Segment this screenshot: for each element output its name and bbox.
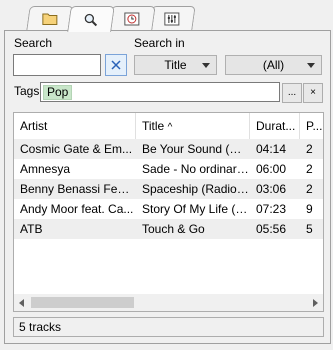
tab-search[interactable] xyxy=(67,6,115,32)
sort-ascending-icon: ^ xyxy=(167,122,173,133)
tab-history[interactable] xyxy=(108,6,156,30)
cell-plays: 5 xyxy=(306,222,313,236)
cell-artist: Cosmic Gate & Em... xyxy=(20,142,133,156)
scroll-left-icon[interactable] xyxy=(19,299,24,307)
table-row[interactable]: Amnesya Sade - No ordinary... 06:00 2 xyxy=(14,159,323,179)
tab-library[interactable] xyxy=(26,6,74,30)
table-row[interactable]: Andy Moor feat. Ca... Story Of My Life (… xyxy=(14,199,323,219)
cell-title: Be Your Sound (Ra... xyxy=(142,142,250,156)
cell-plays: 9 xyxy=(306,202,313,216)
search-input[interactable] xyxy=(13,54,101,76)
cell-duration: 05:56 xyxy=(256,222,287,236)
search-field-select[interactable]: Title xyxy=(134,55,217,75)
table-row[interactable]: Cosmic Gate & Em... Be Your Sound (Ra...… xyxy=(14,139,323,159)
folder-icon xyxy=(42,12,58,26)
cell-title: Spaceship (Radio e... xyxy=(142,182,250,196)
cell-artist: Andy Moor feat. Ca... xyxy=(20,202,134,216)
equalizer-icon xyxy=(164,12,180,26)
cell-plays: 2 xyxy=(306,182,313,196)
cell-duration: 04:14 xyxy=(256,142,287,156)
close-icon xyxy=(110,59,122,71)
table-row[interactable]: Benny Benassi Feat ... Spaceship (Radio … xyxy=(14,179,323,199)
chevron-down-icon xyxy=(307,63,315,68)
tags-label: Tags xyxy=(14,84,40,98)
search-scope-select[interactable]: (All) xyxy=(225,55,322,75)
tags-input[interactable]: Pop xyxy=(40,82,280,102)
chevron-down-icon xyxy=(202,63,210,68)
cell-plays: 2 xyxy=(306,162,313,176)
clock-icon xyxy=(124,12,140,26)
cell-title: Sade - No ordinary... xyxy=(142,162,250,176)
cell-artist: Amnesya xyxy=(20,162,71,176)
tab-strip xyxy=(10,6,196,32)
cell-duration: 03:06 xyxy=(256,182,287,196)
tag-chip[interactable]: Pop xyxy=(43,85,73,100)
tags-more-button[interactable]: ... xyxy=(282,83,302,103)
column-artist[interactable]: Artist xyxy=(14,113,136,139)
clear-search-button[interactable] xyxy=(105,54,127,76)
search-scope-value: (All) xyxy=(262,58,285,72)
tab-mixer[interactable] xyxy=(148,6,196,30)
cell-title: Story Of My Life (E... xyxy=(142,202,250,216)
cell-duration: 06:00 xyxy=(256,162,287,176)
search-field-value: Title xyxy=(164,58,187,72)
scrollbar-thumb[interactable] xyxy=(31,297,134,308)
cell-plays: 2 xyxy=(306,142,313,156)
cell-artist: Benny Benassi Feat ... xyxy=(20,182,136,196)
tracks-table[interactable]: Artist Title ^ Durat... P... Cosmic Gate… xyxy=(13,112,324,312)
table-row[interactable]: ATB Touch & Go 05:56 5 xyxy=(14,219,323,239)
cell-artist: ATB xyxy=(20,222,43,236)
search-label: Search xyxy=(14,36,53,50)
cell-title: Touch & Go xyxy=(142,222,205,236)
scroll-right-icon[interactable] xyxy=(313,299,318,307)
cell-duration: 07:23 xyxy=(256,202,287,216)
column-title[interactable]: Title ^ xyxy=(136,113,250,139)
search-in-label: Search in xyxy=(134,36,185,50)
column-plays[interactable]: P... xyxy=(300,113,323,139)
table-header: Artist Title ^ Durat... P... xyxy=(14,113,323,139)
column-duration[interactable]: Durat... xyxy=(250,113,300,139)
status-bar: 5 tracks xyxy=(13,317,324,337)
tags-clear-button[interactable]: × xyxy=(303,83,323,103)
track-count: 5 tracks xyxy=(19,320,62,334)
horizontal-scrollbar[interactable] xyxy=(14,294,323,311)
search-icon xyxy=(83,13,99,27)
